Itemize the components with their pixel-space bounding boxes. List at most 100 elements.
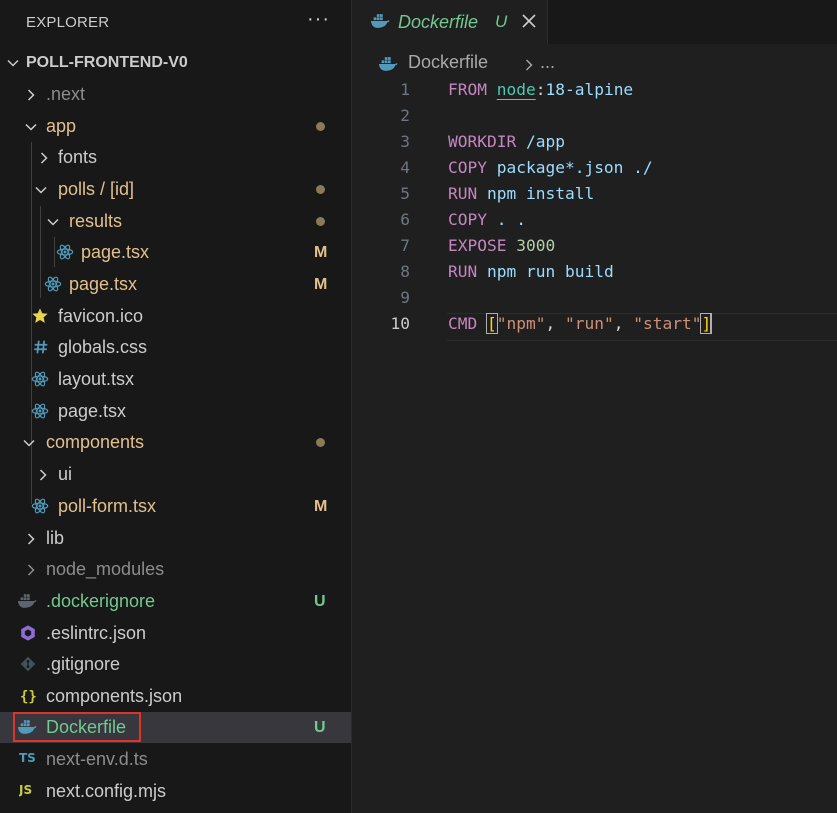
chevron-down-icon: [46, 206, 60, 237]
code-text: COPY package*.json ./: [448, 158, 653, 177]
tree-item-next-config[interactable]: JS next.config.mjs: [0, 776, 351, 807]
tree-item-next-env[interactable]: TS next-env.d.ts: [0, 744, 351, 775]
code-text: COPY . .: [448, 210, 526, 229]
docker-whale-icon: [378, 55, 398, 78]
bracket-match-open: [: [486, 313, 498, 334]
tree-item-label: ui: [58, 464, 73, 484]
svg-text:JS: JS: [19, 783, 32, 797]
line-number: 2: [400, 106, 410, 125]
tree-item-gitignore[interactable]: .gitignore: [0, 649, 351, 680]
tab-git-status: U: [495, 12, 508, 31]
tree-item-globals-css[interactable]: globals.css: [0, 332, 351, 363]
chevron-right-icon: [37, 142, 51, 173]
tree-item-label: app: [46, 116, 77, 136]
svg-text:{}: {}: [20, 689, 37, 705]
svg-text:TS: TS: [19, 751, 36, 765]
tree-item-node-modules[interactable]: node_modules: [0, 554, 351, 585]
tree-item-fonts[interactable]: fonts: [0, 142, 351, 173]
modified-dot-icon: [316, 438, 325, 447]
tree-item-layout[interactable]: layout.tsx: [0, 364, 351, 395]
code-text: EXPOSE 3000: [448, 236, 556, 255]
breadcrumb-symbols[interactable]: ...: [540, 52, 555, 73]
tree-item-polls-id[interactable]: polls / [id]: [0, 174, 351, 205]
code-text: RUN npm run build: [448, 262, 614, 281]
docker-whale-icon: [370, 12, 390, 35]
react-icon: [31, 396, 51, 427]
breadcrumb-file[interactable]: Dockerfile: [408, 52, 488, 73]
tree-item-eslintrc[interactable]: .eslintrc.json: [0, 618, 351, 649]
code-line-current: 10 CMD ["npm", "run", "start"]: [352, 311, 837, 337]
git-status-badge: M: [314, 498, 328, 515]
tree-item-lib[interactable]: lib: [0, 523, 351, 554]
line-number: 5: [400, 184, 410, 203]
git-status-badge: M: [314, 244, 328, 261]
line-number: 6: [400, 210, 410, 229]
line-number: 1: [400, 80, 410, 99]
code-line: 8 RUN npm run build: [352, 259, 837, 285]
code-line: 6 COPY . .: [352, 207, 837, 233]
modified-dot-icon: [316, 185, 325, 194]
tree-item-label: components.json: [46, 686, 183, 706]
git-status-badge: U: [314, 593, 326, 610]
react-icon: [56, 237, 76, 268]
tab-label: Dockerfile: [398, 12, 479, 32]
explorer-sidebar: EXPLORER ··· POLL-FRONTEND-V0 .next app …: [0, 0, 352, 813]
tree-item-label: favicon.ico: [58, 306, 144, 326]
tree-item-poll-form[interactable]: poll-form.tsx M: [0, 491, 351, 522]
tree-item-results[interactable]: results: [0, 206, 351, 237]
explorer-title: EXPLORER: [26, 14, 110, 31]
react-icon: [31, 364, 51, 395]
code-line: 5 RUN npm install: [352, 181, 837, 207]
tree-item-label: .dockerignore: [46, 591, 156, 611]
code-line: 1 FROM node:18-alpine: [352, 77, 837, 103]
line-number: 8: [400, 262, 410, 281]
chevron-right-icon: [24, 79, 38, 110]
code-text: RUN npm install: [448, 184, 595, 203]
tree-item-label: poll-form.tsx: [58, 496, 157, 516]
tree-item-favicon[interactable]: favicon.ico: [0, 301, 351, 332]
tree-item-label: next-env.d.ts: [46, 749, 148, 769]
code-line: 9: [352, 285, 837, 311]
braces-icon: {}: [20, 681, 40, 712]
tree-item-label: fonts: [58, 147, 98, 167]
tree-item-label: page.tsx: [58, 401, 127, 421]
tree-item-components[interactable]: components: [0, 427, 351, 458]
git-diamond-icon: [19, 649, 39, 680]
tree-item-next[interactable]: .next: [0, 79, 351, 110]
tree-item-dockerignore[interactable]: .dockerignore U: [0, 586, 351, 617]
tree-item-results-page[interactable]: page.tsx M: [0, 237, 351, 268]
tree-item-label: node_modules: [46, 559, 165, 579]
tree-item-label: .gitignore: [46, 654, 121, 674]
explorer-header: EXPLORER ···: [0, 0, 351, 44]
project-root[interactable]: POLL-FRONTEND-V0: [0, 47, 351, 78]
line-number: 4: [400, 158, 410, 177]
tree-item-polls-page[interactable]: page.tsx M: [0, 269, 351, 300]
star-icon: [31, 301, 51, 332]
line-number: 7: [400, 236, 410, 255]
tab-dockerfile[interactable]: Dockerfile U: [352, 0, 548, 44]
line-number: 10: [390, 314, 411, 333]
tree-item-label: page.tsx: [81, 242, 150, 262]
modified-dot-icon: [316, 217, 325, 226]
eslint-hexagon-icon: [19, 618, 39, 649]
tree-item-components-json[interactable]: {} components.json: [0, 681, 351, 712]
chevron-down-icon: [34, 174, 48, 205]
tab-bar: Dockerfile U: [352, 0, 837, 44]
tree-item-ui[interactable]: ui: [0, 459, 351, 490]
tree-item-app[interactable]: app: [0, 111, 351, 142]
editor-area: Dockerfile U Dockerfile ... 1 FROM node:…: [352, 0, 837, 813]
tree-item-app-page[interactable]: page.tsx: [0, 396, 351, 427]
highlight-box: [13, 712, 141, 742]
js-icon: JS: [19, 775, 39, 806]
close-icon[interactable]: [520, 12, 538, 30]
code-text: WORKDIR /app: [448, 132, 565, 151]
chevron-down-icon: [24, 111, 38, 142]
text-cursor: [710, 313, 713, 333]
line-number: 9: [400, 288, 410, 307]
chevron-down-icon: [6, 47, 20, 78]
chevron-right-icon: [24, 523, 38, 554]
tree-item-label: page.tsx: [69, 274, 138, 294]
code-line: 7 EXPOSE 3000: [352, 233, 837, 259]
ts-icon: TS: [19, 743, 39, 774]
more-actions-icon[interactable]: ···: [307, 8, 330, 31]
